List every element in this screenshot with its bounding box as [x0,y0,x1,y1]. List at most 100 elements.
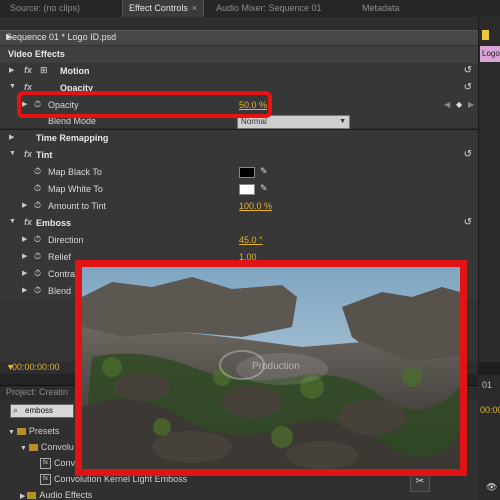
tab-audio-mixer-label: Audio Mixer: Sequence 01 [216,3,322,13]
direction-label: Direction [48,235,84,245]
tab-audio-mixer[interactable]: Audio Mixer: Sequence 01 [210,0,328,17]
triangle-down-icon: ▼ [20,445,29,452]
search-input[interactable]: ⌕ emboss [10,404,74,418]
tab-source-label: Source: (no clips) [10,3,81,13]
reset-icon[interactable]: ↺ [464,217,472,228]
video-preview-frame: Production [75,260,467,476]
sequence-header[interactable]: Sequence 01 * Logo ID.psd ▶ [0,30,478,46]
prev-keyframe-icon[interactable]: ◀ [444,100,450,109]
tab-metadata[interactable]: Metadata [356,0,406,17]
emboss-label: Emboss [36,218,72,228]
direction-value[interactable]: 45.0 ° [239,235,263,245]
eyedropper-icon[interactable]: ✎ [260,166,268,177]
triangle-icon[interactable]: ▶ [22,252,27,260]
panel-top-spacer [0,17,478,30]
folder-icon [16,428,26,436]
motion-icon: ⊞ [40,65,48,75]
direction-row[interactable]: ▶ ⏱ Direction 45.0 ° [0,232,478,250]
fx-icon[interactable]: fx [24,65,32,75]
triangle-down-icon: ▼ [8,429,17,436]
triangle-icon[interactable]: ▶ [22,269,27,277]
timecode-value: 00:00:00:00 [12,362,60,372]
contrast-label: Contra [48,269,76,279]
search-icon: ⌕ [13,405,19,415]
close-icon[interactable]: × [192,3,197,13]
timecode[interactable]: ▼ 00:00:00:00 [6,362,60,372]
sequence-timecode[interactable]: 00:00 [480,405,500,415]
map-white-row[interactable]: ⏱ Map White To ✎ [0,181,478,199]
video-effects-header: Video Effects [0,46,478,64]
tree-audio-effects[interactable]: ▶ Audio Effects [20,490,92,500]
reset-icon[interactable]: ↺ [464,82,472,93]
triangle-down-icon[interactable]: ▼ [9,150,16,157]
amount-to-tint-label: Amount to Tint [48,201,107,211]
reset-icon[interactable]: ↺ [464,149,472,160]
blend-mode-value: Normal [241,117,267,126]
next-keyframe-icon[interactable]: ▶ [468,100,474,109]
folder-icon [27,492,37,500]
convolution-folder-label: Convolu [40,442,74,452]
triangle-icon[interactable]: ▶ [9,66,14,74]
triangle-down-icon[interactable]: ▼ [9,83,16,90]
time-remapping-row[interactable]: ▶ Time Remapping [0,130,478,148]
triangle-icon[interactable]: ▶ [9,133,14,141]
triangle-icon[interactable]: ▶ [22,286,27,294]
stopwatch-icon[interactable]: ⏱ [34,268,41,279]
opacity-highlight [17,91,272,118]
map-black-row[interactable]: ⏱ Map Black To ✎ [0,164,478,182]
tab-sequence-01[interactable]: 01 [482,380,492,390]
audio-effects-label: Audio Effects [39,490,93,500]
triangle-icon[interactable]: ▶ [22,235,27,243]
tab-project[interactable]: Project: Creatin [6,387,68,397]
search-value: emboss [25,406,54,415]
stopwatch-icon[interactable]: ⏱ [34,166,41,177]
effect-emboss-row[interactable]: ▼ fx Emboss ↺ [0,215,478,233]
chevron-down-icon: ▼ [339,118,346,125]
video-effects-label: Video Effects [8,49,65,59]
time-remapping-label: Time Remapping [36,133,109,143]
triangle-icon: ▶ [20,493,28,500]
stopwatch-icon[interactable]: ⏱ [34,285,41,296]
stopwatch-icon[interactable]: ⏱ [34,251,41,262]
tree-presets[interactable]: ▼ Presets [8,426,59,436]
effect-tint-row[interactable]: ▼ fx Tint ↺ [0,147,478,165]
effect-motion-row[interactable]: ▶ fx ⊞ Motion ↺ [0,63,478,81]
tab-effect-controls-label: Effect Controls [129,3,188,13]
map-black-label: Map Black To [48,167,102,177]
presets-label: Presets [28,426,60,436]
tint-label: Tint [36,150,53,160]
motion-label: Motion [60,66,90,76]
effect-preset-icon: fx [40,474,51,486]
logo-watermark: Production [252,361,300,372]
reset-icon[interactable]: ↺ [464,65,472,76]
tab-metadata-label: Metadata [362,3,400,13]
stopwatch-icon[interactable]: ⏱ [34,234,41,245]
eyedropper-icon[interactable]: ✎ [260,183,268,194]
map-white-label: Map White To [48,184,103,194]
stopwatch-icon[interactable]: ⏱ [34,183,41,194]
keyframe-diamond-icon[interactable]: ◆ [456,100,462,109]
triangle-down-icon[interactable]: ▼ [9,218,16,225]
map-black-swatch[interactable] [239,167,255,178]
relief-label: Relief [48,252,72,262]
fx-icon[interactable]: fx [24,149,32,159]
stopwatch-icon[interactable]: ⏱ [34,200,41,211]
tree-convolution-folder[interactable]: ▼ Convolu [20,442,74,452]
blend-label: Blend [48,286,72,296]
video-preview: Production [82,267,460,469]
mini-timeline[interactable] [478,17,500,362]
tab-source[interactable]: Source: (no clips) [4,0,86,17]
triangle-icon[interactable]: ▶ [22,201,27,209]
effect-preset-icon: fx [40,458,51,470]
playhead-icon[interactable] [482,30,489,40]
amount-to-tint-row[interactable]: ▶ ⏱ Amount to Tint 100.0 % [0,198,478,216]
amount-to-tint-value[interactable]: 100.0 % [239,201,272,211]
folder-icon [28,444,38,452]
timeline-clip[interactable]: Logo [480,46,500,62]
eye-icon[interactable]: 👁 [486,482,497,493]
panel-tab-bar: Source: (no clips) Effect Controls × Audi… [0,0,500,18]
fx-icon[interactable]: fx [24,217,32,227]
tab-effect-controls[interactable]: Effect Controls × [122,0,205,17]
arrow-right-icon[interactable]: ▶ [6,32,472,41]
map-white-swatch[interactable] [239,184,255,195]
